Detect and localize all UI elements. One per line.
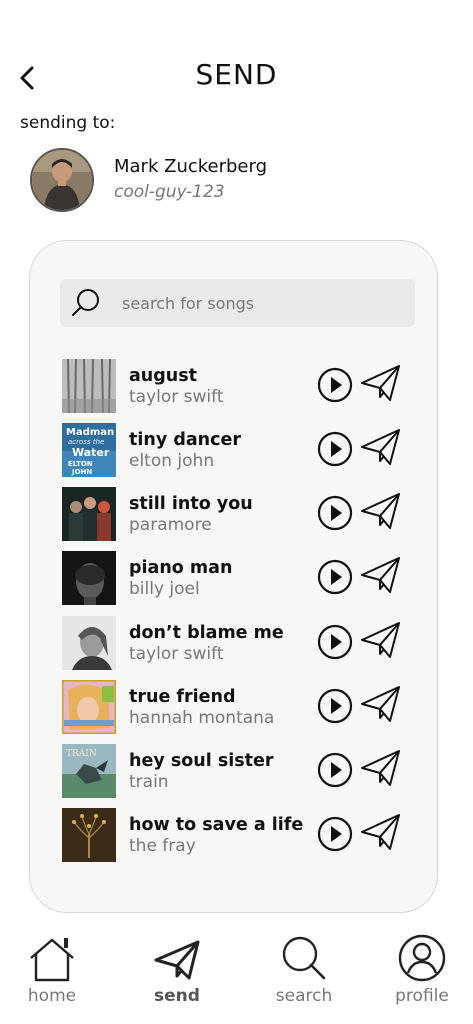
album-cover xyxy=(62,680,116,734)
play-icon xyxy=(317,367,353,403)
nav-profile[interactable]: profile xyxy=(377,930,467,1024)
play-button[interactable] xyxy=(317,624,353,660)
paper-plane-icon xyxy=(361,686,400,722)
search-input[interactable] xyxy=(122,279,407,327)
play-icon xyxy=(317,688,353,724)
profile-icon xyxy=(398,934,446,982)
play-icon xyxy=(317,431,353,467)
song-artist: paramore xyxy=(129,515,212,535)
send-song-button[interactable] xyxy=(360,491,402,531)
song-title: piano man xyxy=(129,558,233,578)
avatar xyxy=(30,148,94,212)
song-title: tiny dancer xyxy=(129,430,241,450)
play-icon xyxy=(317,816,353,852)
song-row[interactable]: true friend hannah montana xyxy=(62,680,412,736)
svg-text:across the: across the xyxy=(68,438,104,446)
song-title: how to save a life xyxy=(129,815,304,835)
play-icon xyxy=(317,752,353,788)
svg-text:Water: Water xyxy=(72,446,110,459)
song-title: hey soul sister xyxy=(129,751,274,771)
nav-send[interactable]: send xyxy=(132,930,222,1024)
song-artist: hannah montana xyxy=(129,708,275,728)
header: SEND xyxy=(0,56,473,100)
song-row[interactable]: piano man billy joel xyxy=(62,551,412,607)
play-button[interactable] xyxy=(317,688,353,724)
nav-send-label: send xyxy=(154,986,200,1006)
paper-plane-icon xyxy=(361,814,400,850)
paper-plane-icon xyxy=(361,557,400,593)
album-cover: TRAIN xyxy=(62,744,116,798)
play-button[interactable] xyxy=(317,752,353,788)
song-artist: train xyxy=(129,772,169,792)
paper-plane-icon xyxy=(361,750,400,786)
nav-search[interactable]: search xyxy=(259,930,349,1024)
song-title: still into you xyxy=(129,494,253,514)
song-row[interactable]: how to save a life the fray xyxy=(62,808,412,864)
paper-plane-icon xyxy=(361,365,400,401)
nav-home-label: home xyxy=(27,986,77,1006)
song-row[interactable]: august taylor swift xyxy=(62,359,412,415)
send-screen: SEND sending to: Mark Zuckerberg cool-gu… xyxy=(0,0,473,1024)
song-title: true friend xyxy=(129,687,236,707)
sending-to-label: sending to: xyxy=(20,113,116,133)
play-button[interactable] xyxy=(317,816,353,852)
song-title: don’t blame me xyxy=(129,623,284,643)
bottom-nav: home send search profile xyxy=(0,930,473,1024)
search-bar xyxy=(60,279,415,327)
paper-plane-icon xyxy=(361,622,400,658)
album-cover xyxy=(62,359,116,413)
recipient-handle: cool-guy-123 xyxy=(114,182,225,202)
song-row[interactable]: Madman across the Water ELTON JOHN tiny … xyxy=(62,423,412,479)
song-row[interactable]: TRAIN hey soul sister train xyxy=(62,744,412,800)
svg-text:ELTON: ELTON xyxy=(68,460,93,468)
song-artist: elton john xyxy=(129,451,215,471)
song-row[interactable]: still into you paramore xyxy=(62,487,412,543)
play-icon xyxy=(317,495,353,531)
song-artist: billy joel xyxy=(129,579,200,599)
nav-home[interactable]: home xyxy=(7,930,97,1024)
play-button[interactable] xyxy=(317,559,353,595)
send-song-button[interactable] xyxy=(360,748,402,788)
send-song-button[interactable] xyxy=(360,427,402,467)
svg-text:JOHN: JOHN xyxy=(71,468,92,476)
song-row[interactable]: don’t blame me taylor swift xyxy=(62,616,412,672)
song-artist: taylor swift xyxy=(129,644,224,664)
nav-search-label: search xyxy=(275,986,333,1006)
page-title: SEND xyxy=(195,58,278,91)
song-panel: august taylor swift Ma xyxy=(29,240,438,913)
svg-text:TRAIN: TRAIN xyxy=(66,749,97,759)
paper-plane-icon xyxy=(361,493,400,529)
search-icon xyxy=(282,936,326,980)
home-icon xyxy=(30,938,74,982)
send-song-button[interactable] xyxy=(360,620,402,660)
song-artist: the fray xyxy=(129,836,196,856)
play-icon xyxy=(317,624,353,660)
send-song-button[interactable] xyxy=(360,684,402,724)
play-icon xyxy=(317,559,353,595)
send-song-button[interactable] xyxy=(360,555,402,595)
album-cover xyxy=(62,551,116,605)
album-cover: Madman across the Water ELTON JOHN xyxy=(62,423,116,477)
send-icon xyxy=(154,940,200,980)
play-button[interactable] xyxy=(317,367,353,403)
album-cover xyxy=(62,487,116,541)
svg-text:Madman: Madman xyxy=(66,427,114,438)
recipient-name: Mark Zuckerberg xyxy=(114,156,268,177)
song-artist: taylor swift xyxy=(129,387,224,407)
send-song-button[interactable] xyxy=(360,812,402,852)
play-button[interactable] xyxy=(317,431,353,467)
recipient-card: Mark Zuckerberg cool-guy-123 xyxy=(30,148,330,212)
song-title: august xyxy=(129,366,198,386)
paper-plane-icon xyxy=(361,429,400,465)
nav-profile-label: profile xyxy=(395,986,449,1006)
search-icon xyxy=(72,289,99,316)
play-button[interactable] xyxy=(317,495,353,531)
send-song-button[interactable] xyxy=(360,363,402,403)
album-cover xyxy=(62,616,116,670)
album-cover xyxy=(62,808,116,862)
